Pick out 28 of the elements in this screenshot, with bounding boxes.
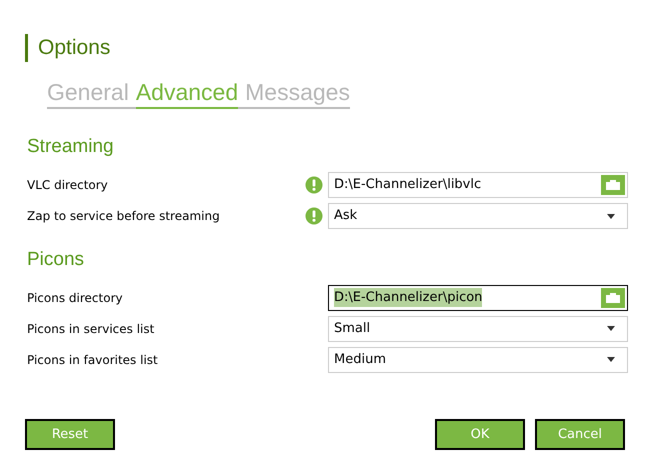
folder-icon	[606, 292, 620, 302]
dialog-button[interactable]: Cancel	[535, 419, 625, 450]
page-title: Options	[38, 35, 110, 62]
dropdown[interactable]: Ask	[328, 203, 628, 229]
field-label: Picons directory	[27, 290, 124, 306]
field-label: Picons in favorites list	[27, 352, 159, 368]
path-field[interactable]: D:\E-Channelizer\libvlc	[328, 172, 628, 198]
caret-icon	[607, 326, 615, 331]
folder-icon	[606, 180, 620, 190]
field-label: Picons in services list	[27, 320, 156, 338]
caret-icon	[607, 357, 615, 362]
reset-button[interactable]: Reset	[25, 419, 115, 450]
field-label: VLC directory	[27, 177, 109, 194]
browse-button[interactable]	[601, 288, 625, 308]
caret-icon	[607, 214, 615, 218]
dropdown[interactable]: Small	[328, 316, 628, 342]
section-heading: Picons	[27, 248, 84, 272]
tab[interactable]: Advanced	[136, 77, 238, 109]
tab[interactable]: General	[47, 77, 129, 109]
section-heading: Streaming	[27, 135, 114, 159]
path-value: D:\E-Channelizer\libvlc	[334, 176, 482, 194]
dialog-button[interactable]: OK	[435, 419, 525, 450]
path-field[interactable]: D:\E-Channelizer\picon	[328, 284, 628, 310]
tab[interactable]: Messages	[245, 77, 350, 109]
path-value: D:\E-Channelizer\picon	[334, 288, 482, 308]
dropdown[interactable]: Medium	[328, 346, 628, 372]
field-label: Zap to service before streaming	[27, 208, 221, 225]
browse-button[interactable]	[601, 175, 625, 195]
